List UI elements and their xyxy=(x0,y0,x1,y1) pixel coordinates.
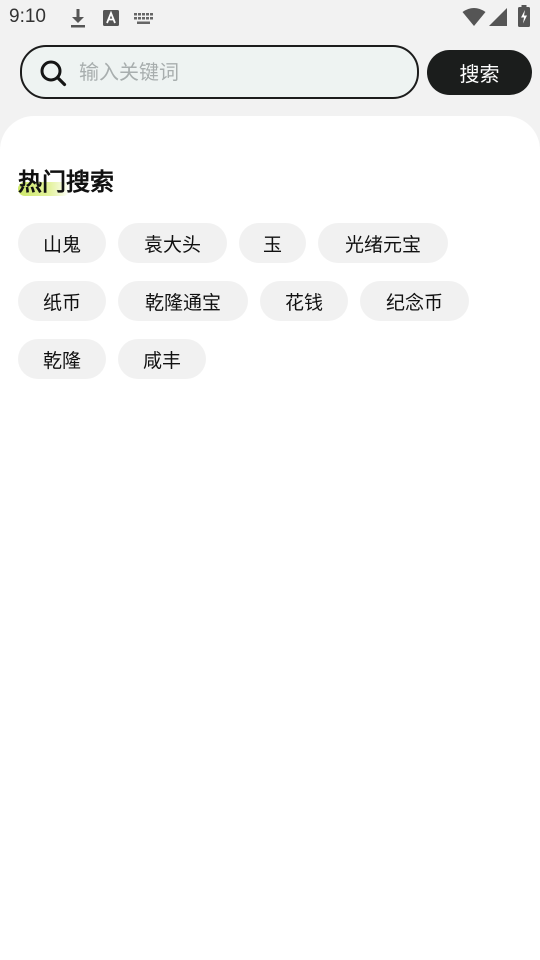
search-box[interactable] xyxy=(20,45,419,99)
hot-tag[interactable]: 咸丰 xyxy=(118,339,206,379)
hot-search-title: 热门搜索 xyxy=(18,168,114,196)
content-card: 热门搜索 山鬼 袁大头 玉 光绪元宝 纸币 乾隆通宝 花钱 纪念币 乾隆 咸丰 xyxy=(0,116,540,960)
search-button[interactable]: 搜索 xyxy=(427,50,532,95)
download-icon xyxy=(69,8,87,32)
search-icon xyxy=(39,59,67,91)
battery-charging-icon xyxy=(518,5,530,31)
search-input[interactable] xyxy=(79,47,404,97)
hot-tag[interactable]: 乾隆 xyxy=(18,339,106,379)
hot-tag[interactable]: 玉 xyxy=(239,223,306,263)
hot-tag[interactable]: 纸币 xyxy=(18,281,106,321)
keyboard-icon xyxy=(134,11,154,30)
hot-tag[interactable]: 花钱 xyxy=(260,281,348,321)
hot-tag[interactable]: 山鬼 xyxy=(18,223,106,263)
wifi-icon xyxy=(462,7,486,31)
status-time: 9:10 xyxy=(9,6,46,27)
text-a-icon xyxy=(103,10,119,30)
cell-signal-icon xyxy=(488,7,508,31)
status-bar: 9:10 xyxy=(0,0,540,36)
hot-tag[interactable]: 纪念币 xyxy=(360,281,469,321)
hot-tag[interactable]: 袁大头 xyxy=(118,223,227,263)
hot-tag[interactable]: 光绪元宝 xyxy=(318,223,448,263)
hot-tag[interactable]: 乾隆通宝 xyxy=(118,281,248,321)
